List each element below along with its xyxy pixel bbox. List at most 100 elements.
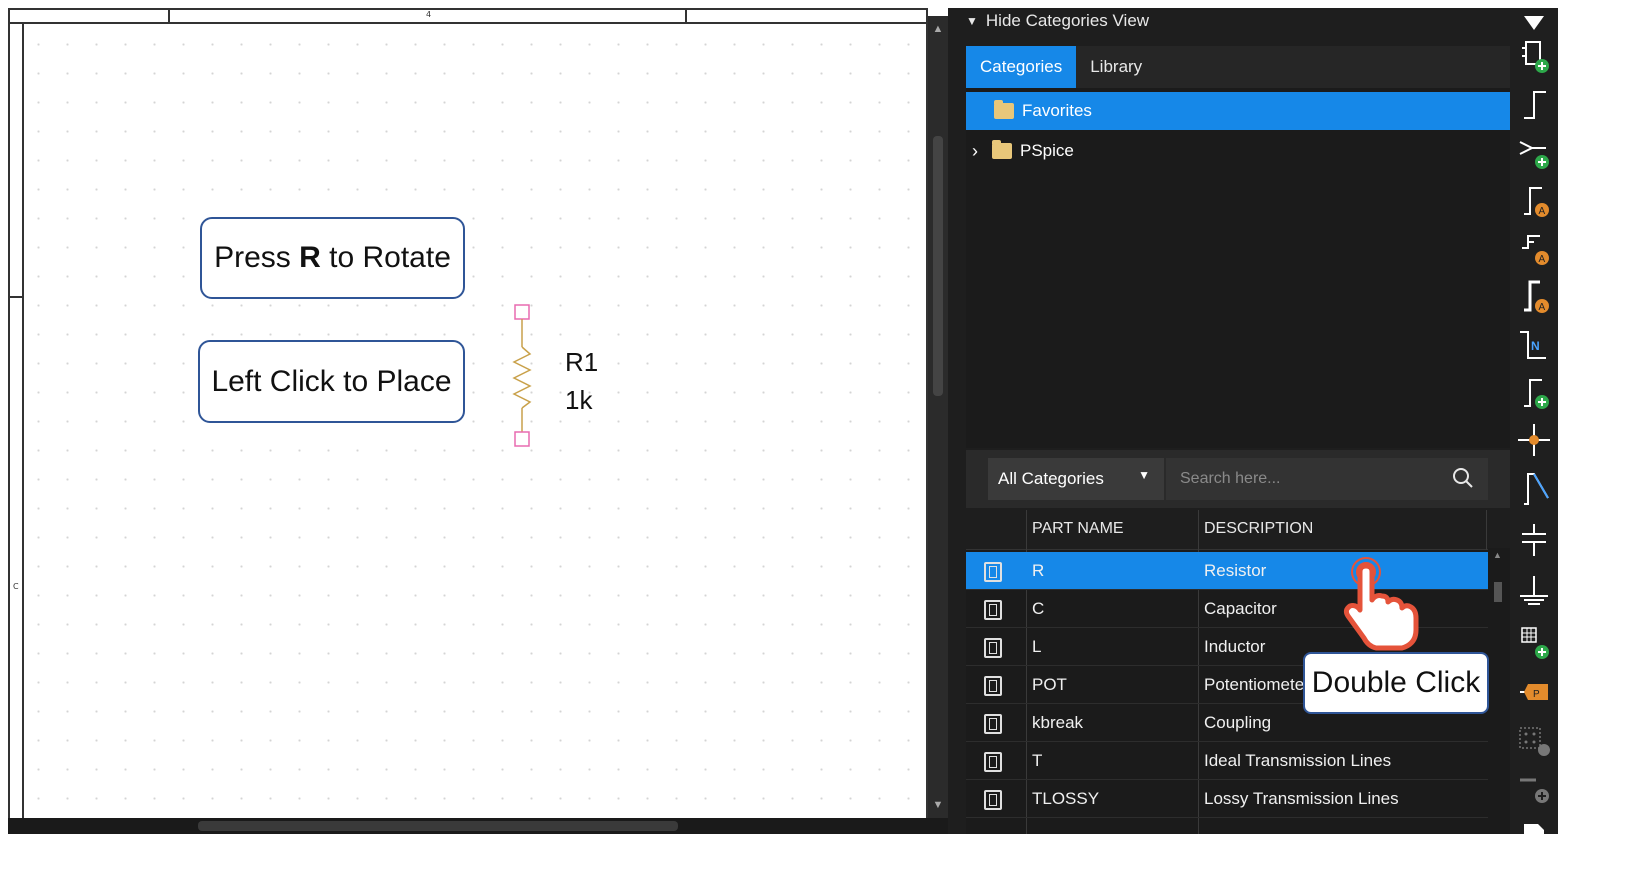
column-part-name[interactable]: PART NAME xyxy=(1032,520,1124,538)
pin-top xyxy=(514,304,530,320)
part-icon xyxy=(984,676,1002,696)
category-tree: Favorites › PSpice xyxy=(966,88,1510,448)
table-scrollbar[interactable]: ▲ xyxy=(1488,548,1510,834)
part-description: Capacitor xyxy=(1204,599,1277,618)
part-refdes[interactable]: R1 xyxy=(565,347,598,378)
right-toolbar: A A A N P xyxy=(1510,8,1558,854)
collapse-triangle-icon: ▼ xyxy=(966,14,978,28)
place-net-icon[interactable] xyxy=(1516,132,1552,172)
canvas-horizontal-scrollbar[interactable] xyxy=(8,818,948,834)
scroll-thumb[interactable] xyxy=(198,821,678,831)
part-description: Coupling xyxy=(1204,713,1272,732)
place-pin-icon[interactable] xyxy=(1516,468,1552,508)
part-icon xyxy=(984,714,1002,734)
folder-icon xyxy=(994,100,1014,119)
offpage-connector-icon[interactable]: P xyxy=(1516,672,1552,712)
place-part-icon[interactable] xyxy=(1516,36,1552,76)
schematic-canvas[interactable]: 4 C Press R to Rotate Left Click to Plac… xyxy=(8,8,928,834)
svg-text:A: A xyxy=(1539,254,1546,265)
tree-item-label: Favorites xyxy=(1022,101,1092,120)
search-placeholder: Search here... xyxy=(1180,470,1281,487)
hide-categories-toggle[interactable]: ▼ Hide Categories View xyxy=(966,8,1486,34)
tab-library[interactable]: Library xyxy=(1076,46,1156,88)
table-row[interactable]: TLOSSY Lossy Transmission Lines xyxy=(966,780,1488,818)
tree-item-favorites[interactable]: Favorites xyxy=(966,92,1510,130)
scroll-up-icon[interactable]: ▲ xyxy=(1493,550,1502,560)
part-description: Ideal Transmission Lines xyxy=(1204,751,1392,770)
scroll-down-icon[interactable]: ▼ xyxy=(931,798,945,812)
power-icon[interactable] xyxy=(1516,520,1552,560)
net-name-icon[interactable]: N xyxy=(1516,324,1552,364)
table-header: PART NAME DESCRIPTION xyxy=(966,510,1488,550)
place-grid-icon[interactable] xyxy=(1516,722,1552,762)
tree-item-pspice[interactable]: › PSpice xyxy=(966,132,1510,170)
place-bus-icon[interactable]: A xyxy=(1516,228,1552,268)
rotate-hint-key: R xyxy=(299,241,321,274)
chevron-right-icon[interactable]: › xyxy=(972,141,988,162)
part-description: Potentiometer xyxy=(1204,675,1310,694)
category-dropdown[interactable]: All Categories ▼ xyxy=(988,458,1164,500)
top-ruler: 4 xyxy=(10,10,926,24)
search-input[interactable]: Search here... xyxy=(1166,458,1488,500)
part-description: Lossy Transmission Lines xyxy=(1204,789,1399,808)
place-text-icon[interactable] xyxy=(1516,814,1552,854)
scroll-thumb[interactable] xyxy=(1494,582,1502,602)
double-click-callout: Double Click xyxy=(1303,652,1489,714)
place-wire-icon[interactable] xyxy=(1516,84,1552,124)
rotate-hint-callout: Press R to Rotate xyxy=(200,217,465,299)
svg-text:A: A xyxy=(1539,206,1546,217)
panel-header-label: Hide Categories View xyxy=(985,11,1150,30)
place-block-icon[interactable] xyxy=(1516,622,1552,662)
place-bus-entry-icon[interactable]: A xyxy=(1516,276,1552,316)
place-port-icon[interactable] xyxy=(1516,372,1552,412)
svg-text:P: P xyxy=(1533,689,1540,700)
place-no-connect-icon[interactable] xyxy=(1516,768,1552,808)
ground-icon[interactable] xyxy=(1516,572,1552,612)
table-row[interactable]: T Ideal Transmission Lines xyxy=(966,742,1488,780)
part-name: C xyxy=(1032,599,1045,618)
place-hint-text: Left Click to Place xyxy=(211,364,452,398)
part-name: TLOSSY xyxy=(1032,789,1100,808)
rotate-hint-post: to Rotate xyxy=(320,241,451,274)
part-description: Inductor xyxy=(1204,637,1266,656)
ruler-tick xyxy=(685,10,687,24)
panel-tabs: Categories Library xyxy=(966,46,1510,88)
filter-bar: All Categories ▼ Search here... xyxy=(966,450,1510,508)
resistor-symbol[interactable] xyxy=(510,302,540,452)
part-icon xyxy=(984,752,1002,772)
tab-categories[interactable]: Categories xyxy=(966,46,1077,88)
category-dropdown-value: All Categories xyxy=(998,469,1104,488)
tree-item-label: PSpice xyxy=(1020,141,1074,160)
hand-pointer-icon xyxy=(1343,557,1419,651)
rotate-hint-pre: Press xyxy=(214,241,300,274)
ruler-top-label: 4 xyxy=(426,10,432,19)
svg-text:A: A xyxy=(1539,302,1546,313)
part-icon xyxy=(984,638,1002,658)
dropdown-arrow-icon: ▼ xyxy=(1138,468,1150,482)
ruler-tick xyxy=(168,10,170,24)
place-hint-callout: Left Click to Place xyxy=(198,340,465,423)
scroll-thumb[interactable] xyxy=(933,136,943,396)
part-name: kbreak xyxy=(1032,713,1084,732)
part-name: L xyxy=(1032,637,1042,656)
canvas-vertical-scrollbar[interactable]: ▲ ▼ xyxy=(928,16,948,826)
part-icon xyxy=(984,790,1002,810)
search-icon[interactable] xyxy=(1452,467,1474,489)
resistor-zigzag xyxy=(512,346,532,409)
column-description[interactable]: DESCRIPTION xyxy=(1204,520,1313,538)
part-name: R xyxy=(1032,561,1045,580)
folder-icon xyxy=(992,140,1012,159)
column-divider xyxy=(1486,510,1487,550)
part-icon xyxy=(984,600,1002,620)
ruler-tick xyxy=(10,296,24,298)
scroll-up-icon[interactable]: ▲ xyxy=(931,22,945,36)
ruler-left-label: C xyxy=(13,582,19,591)
svg-text:N: N xyxy=(1531,339,1540,353)
part-icon xyxy=(984,562,1002,582)
pin-bottom xyxy=(514,431,530,447)
junction-icon[interactable] xyxy=(1516,420,1552,460)
place-net-alias-icon[interactable]: A xyxy=(1516,180,1552,220)
part-description: Resistor xyxy=(1204,561,1267,580)
part-value[interactable]: 1k xyxy=(565,385,592,416)
double-click-label: Double Click xyxy=(1311,666,1481,699)
